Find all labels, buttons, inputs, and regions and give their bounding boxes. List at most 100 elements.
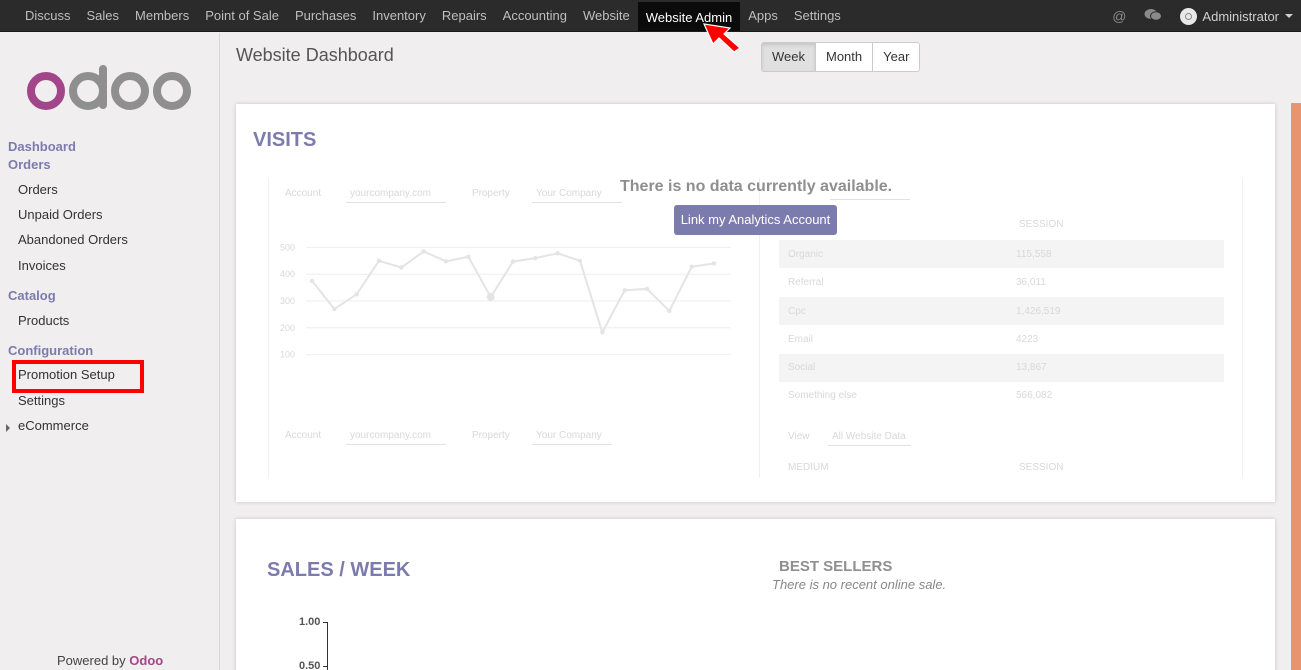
menu-purchases[interactable]: Purchases <box>287 0 364 32</box>
avatar <box>1180 7 1198 25</box>
ghost-visits-chart: 500 400 300 200 100 <box>280 242 731 360</box>
sales-tick-mark <box>323 666 327 667</box>
menu-discuss[interactable]: Discuss <box>0 0 79 32</box>
ghost-data-point <box>711 261 717 266</box>
best-sellers-title: BEST SELLERS <box>779 558 893 575</box>
ghost-cell: Organic <box>788 249 824 260</box>
ghost-data-point <box>689 264 694 269</box>
ghost-cell: 115,558 <box>1016 249 1052 260</box>
ghost-data-point <box>486 292 495 301</box>
at-icon[interactable]: @ <box>1112 8 1126 24</box>
user-name: Administrator <box>1202 8 1279 24</box>
ghost-property-label-2: Property <box>472 430 510 441</box>
powered-by: Powered by Odoo <box>57 653 163 668</box>
ghost-y-tick: 400 <box>280 269 295 279</box>
chevron-down-icon <box>1285 14 1293 18</box>
visits-panel: VISITS Account yourcompany.com Property … <box>236 104 1275 502</box>
ghost-cell: Cpc <box>788 306 806 317</box>
ghost-select-line <box>532 202 622 203</box>
sidebar-item-promotion-setup[interactable]: Promotion Setup <box>18 367 115 382</box>
powered-by-label: Powered by <box>57 653 126 668</box>
ghost-property-value-2: Your Company <box>536 430 602 441</box>
ghost-select-line <box>828 445 911 446</box>
link-analytics-button[interactable]: Link my Analytics Account <box>674 205 837 235</box>
ghost-y-tick: 200 <box>280 323 295 333</box>
ghost-account-label: Account <box>285 188 322 199</box>
ghost-account-label-2: Account <box>285 430 322 441</box>
sales-title: SALES / WEEK <box>267 559 411 581</box>
ghost-data-point <box>376 258 382 263</box>
sidebar-item-abandoned-orders[interactable]: Abandoned Orders <box>18 232 128 247</box>
period-month-button[interactable]: Month <box>816 43 874 71</box>
ghost-cell: 4223 <box>1016 334 1039 345</box>
sidebar-item-invoices[interactable]: Invoices <box>18 258 66 273</box>
section-orders: Orders <box>8 157 51 172</box>
caret-right-icon <box>6 424 10 432</box>
sales-y-tick: 1.00 <box>299 616 321 628</box>
sales-y-axis <box>327 622 328 670</box>
section-catalog: Catalog <box>8 288 56 303</box>
menu-accounting[interactable]: Accounting <box>495 0 575 32</box>
ghost-select-line <box>532 444 612 445</box>
ghost-data-point <box>577 258 583 263</box>
ghost-data-point <box>555 251 560 256</box>
ghost-cell: 36,011 <box>1016 277 1046 288</box>
menu-settings[interactable]: Settings <box>786 0 849 32</box>
no-data-message: There is no data currently available. <box>620 178 893 195</box>
menu-inventory[interactable]: Inventory <box>364 0 433 32</box>
ghost-data-point <box>443 259 449 264</box>
period-selector: Week Month Year <box>761 42 921 72</box>
section-dashboard[interactable]: Dashboard <box>8 139 76 154</box>
ghost-view-label: View <box>788 431 810 442</box>
ghost-select-line <box>346 444 446 445</box>
ghost-data-point <box>466 254 471 259</box>
ghost-account-value-2: yourcompany.com <box>350 430 431 441</box>
ghost-data-point <box>399 265 404 270</box>
chat-icon[interactable] <box>1144 8 1163 25</box>
ghost-session-header: SESSION <box>1019 219 1064 230</box>
odoo-logo[interactable] <box>25 65 195 115</box>
menu-repairs[interactable]: Repairs <box>434 0 495 32</box>
best-sellers-empty: There is no recent online sale. <box>772 577 947 592</box>
scrollbar[interactable] <box>1291 103 1301 670</box>
ghost-cell: 1,426,519 <box>1016 306 1061 317</box>
ghost-data-point <box>667 308 672 314</box>
sidebar-item-ecommerce[interactable]: eCommerce <box>18 418 89 433</box>
menu-point-of-sale[interactable]: Point of Sale <box>197 0 287 32</box>
ghost-data-point <box>354 292 359 297</box>
ghost-row-bg <box>779 354 1224 382</box>
ghost-data-point <box>622 288 627 293</box>
sales-tick-mark <box>323 622 327 623</box>
sidebar: Dashboard Orders Orders Unpaid Orders Ab… <box>0 33 220 670</box>
annotation-arrow-icon <box>702 23 741 53</box>
ghost-cell: Referral <box>788 277 824 288</box>
ghost-cell: 566,082 <box>1016 390 1053 401</box>
sidebar-item-products[interactable]: Products <box>18 313 69 328</box>
ghost-account-value: yourcompany.com <box>350 188 431 199</box>
ghost-y-tick: 100 <box>280 350 295 360</box>
sidebar-item-settings[interactable]: Settings <box>18 393 65 408</box>
powered-by-brand[interactable]: Odoo <box>129 653 163 668</box>
ghost-data-point <box>309 278 315 284</box>
ghost-data-point <box>600 330 605 335</box>
ghost-medium-header: MEDIUM <box>788 462 829 473</box>
period-year-button[interactable]: Year <box>873 43 919 71</box>
ghost-select-line <box>346 202 446 203</box>
ghost-row-bg <box>779 297 1224 325</box>
menu-apps[interactable]: Apps <box>740 0 786 32</box>
ghost-cell: Email <box>788 334 814 345</box>
top-navbar: Discuss Sales Members Point of Sale Purc… <box>0 0 1301 32</box>
menu-sales[interactable]: Sales <box>79 0 128 32</box>
ghost-property-label: Property <box>472 188 510 199</box>
sidebar-item-unpaid-orders[interactable]: Unpaid Orders <box>18 207 103 222</box>
menu-members[interactable]: Members <box>127 0 197 32</box>
ghost-data-point <box>533 255 538 261</box>
section-configuration: Configuration <box>8 343 94 358</box>
menu-website[interactable]: Website <box>575 0 638 32</box>
user-menu[interactable]: Administrator <box>1180 7 1293 25</box>
ghost-data-point <box>421 249 426 254</box>
sidebar-item-orders[interactable]: Orders <box>18 182 58 197</box>
sales-panel: SALES / WEEK 1.00 0.50 BEST SELLERS Ther… <box>236 519 1275 670</box>
period-week-button[interactable]: Week <box>762 43 816 71</box>
sales-y-tick: 0.50 <box>299 660 321 670</box>
